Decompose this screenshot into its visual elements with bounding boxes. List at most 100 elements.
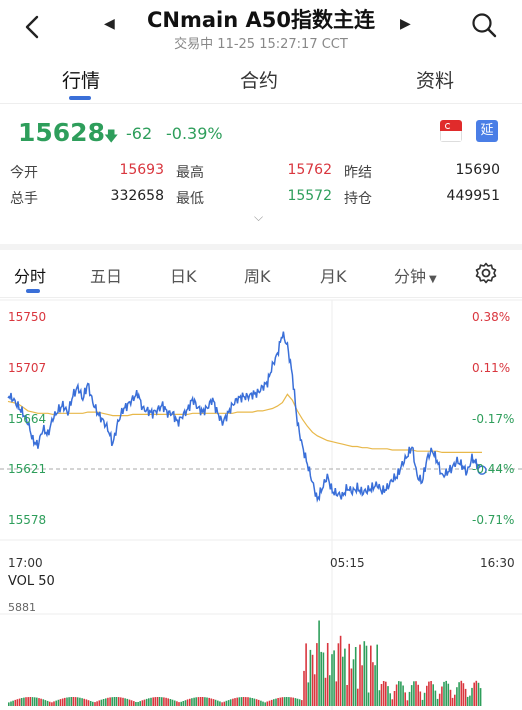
volume-bar: [475, 680, 478, 706]
volume-bar: [430, 681, 432, 706]
volume-bar: [359, 644, 361, 706]
x-tick-0: 17:00: [8, 556, 43, 570]
tab-minute[interactable]: 分钟 ▼: [394, 263, 437, 287]
volume-bar: [410, 685, 413, 706]
volume-bar: [107, 697, 109, 706]
volume-bar: [117, 697, 120, 706]
tab-contract[interactable]: 合约: [240, 66, 278, 93]
volume-bar: [288, 697, 290, 706]
price-change: -62: [126, 124, 153, 143]
volume-title: VOL 50: [8, 574, 55, 589]
volume-bar: [137, 702, 139, 706]
y-tick-left-2: 15664: [8, 412, 47, 426]
volume-bar: [161, 697, 163, 706]
volume-bar: [234, 698, 236, 706]
next-contract-icon[interactable]: ▶: [400, 16, 411, 32]
volume-bar: [370, 645, 372, 706]
volume-bar: [12, 700, 14, 706]
tab-quote[interactable]: 行情: [62, 66, 100, 93]
volume-bar: [113, 697, 116, 706]
volume-bar: [273, 699, 275, 706]
y-tick-right-1: 0.11%: [472, 361, 511, 375]
volume-bar: [290, 697, 292, 706]
volume-bar: [141, 700, 144, 706]
gear-icon[interactable]: [474, 261, 498, 285]
volume-bar: [238, 697, 241, 706]
volume-bar: [135, 702, 137, 706]
price-change-pct: -0.39%: [166, 124, 223, 143]
volume-bar: [466, 696, 469, 706]
y-tick-left-0: 15750: [8, 310, 47, 324]
volume-bar: [378, 690, 381, 706]
volume-bar: [318, 620, 320, 706]
volume-bar: [307, 682, 310, 706]
volume-bar: [249, 697, 251, 706]
volume-bar: [72, 697, 75, 706]
search-icon[interactable]: [470, 11, 500, 41]
chart-tabs: 分时 五日 日K 周K 月K 分钟 ▼: [0, 250, 522, 298]
volume-bar: [98, 700, 101, 706]
down-arrow-icon: 🡇: [104, 129, 119, 145]
volume-bar: [20, 698, 23, 706]
volume-bar: [415, 681, 417, 706]
tab-weekly-k[interactable]: 周K: [244, 263, 271, 287]
tab-daily-k[interactable]: 日K: [170, 263, 197, 287]
trading-status: 交易中 11-25 15:27:17 CCT: [174, 37, 348, 52]
volume-bar: [212, 699, 215, 706]
volume-bar: [66, 697, 68, 706]
volume-bar: [152, 697, 154, 706]
volume-bar: [40, 698, 42, 706]
volume-max: 5881: [8, 601, 36, 614]
volume-bar: [8, 702, 10, 706]
tab-intraday[interactable]: 分时: [14, 263, 46, 287]
volume-bar: [145, 698, 148, 706]
volume-bar: [33, 697, 36, 706]
volume-bar: [156, 697, 159, 706]
prev-close-label: 昨结: [344, 165, 372, 181]
volume-bar: [320, 651, 322, 706]
volume-bar: [102, 699, 105, 706]
volume-bar: [342, 656, 344, 706]
volume-bar: [447, 683, 450, 706]
volume-bar: [109, 697, 111, 706]
tab-five-day[interactable]: 五日: [90, 263, 122, 287]
volume-bar: [251, 698, 254, 706]
volume-bar: [173, 700, 176, 706]
volume-bar: [398, 681, 400, 706]
volume-bar: [16, 699, 19, 706]
volume-bar: [264, 702, 266, 706]
tab-monthly-k[interactable]: 月K: [320, 263, 347, 287]
volume-bar: [268, 700, 271, 706]
volume-bar: [27, 697, 29, 706]
tab-info[interactable]: 资料: [416, 66, 454, 93]
volume-bar: [417, 684, 419, 706]
volume-bar: [313, 674, 316, 706]
low-value: 15572: [287, 188, 332, 204]
volume-bar: [31, 697, 34, 706]
volume-bar: [266, 701, 269, 706]
intraday-chart[interactable]: 15750 15707 15664 15621 15578 0.38% 0.11…: [0, 298, 522, 710]
volume-bar: [189, 698, 191, 706]
volume-bar: [294, 698, 297, 706]
volume-bar: [83, 698, 85, 706]
volume-bar: [344, 648, 346, 706]
volume-bar: [57, 699, 60, 706]
volume-bar: [42, 699, 45, 706]
tab-indicator: [69, 96, 91, 100]
volume-bar: [70, 697, 73, 706]
open-value: 15693: [119, 162, 164, 178]
volume-bar: [436, 698, 439, 706]
volume-bar: [257, 699, 260, 706]
top-tabs: 行情 合约 资料: [0, 60, 522, 104]
chevron-down-icon[interactable]: ⌵: [254, 210, 263, 225]
volume-bar: [96, 701, 98, 706]
volume-bar: [413, 681, 415, 706]
volume-bar: [232, 698, 234, 706]
volume-bar: [167, 698, 169, 706]
volume-bar: [191, 698, 193, 706]
volume-bar: [195, 697, 197, 706]
volume-bar: [404, 692, 406, 706]
volume-bar: [154, 697, 157, 706]
volume-bar: [176, 701, 178, 706]
chart-canvas[interactable]: [0, 298, 522, 710]
